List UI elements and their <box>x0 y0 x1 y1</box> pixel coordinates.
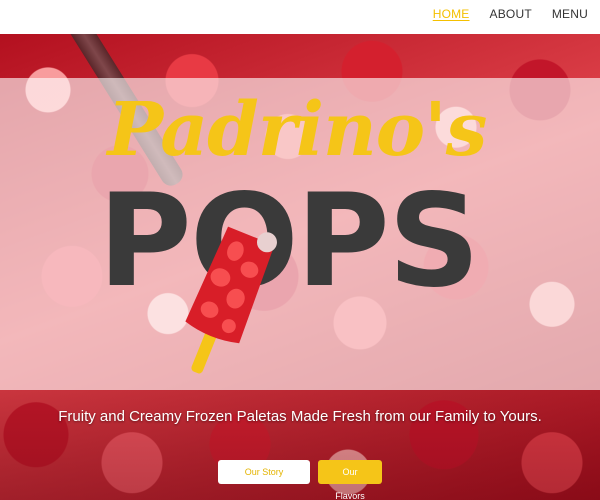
our-story-button[interactable]: Our Story <box>218 460 310 484</box>
nav-links: HOME ABOUT MENU <box>433 0 588 28</box>
hero-tagline: Fruity and Creamy Frozen Paletas Made Fr… <box>58 408 542 425</box>
hero-overlay <box>0 78 600 390</box>
nav-link-about[interactable]: ABOUT <box>490 7 532 21</box>
hero-section <box>0 34 600 500</box>
our-flavors-button[interactable]: Our Flavors <box>318 460 382 500</box>
top-navbar: HOME ABOUT MENU <box>0 0 600 34</box>
hero-buttons: Our Story Our Flavors <box>0 460 600 500</box>
nav-link-home[interactable]: HOME <box>433 7 470 21</box>
nav-link-menu[interactable]: MENU <box>552 7 588 21</box>
